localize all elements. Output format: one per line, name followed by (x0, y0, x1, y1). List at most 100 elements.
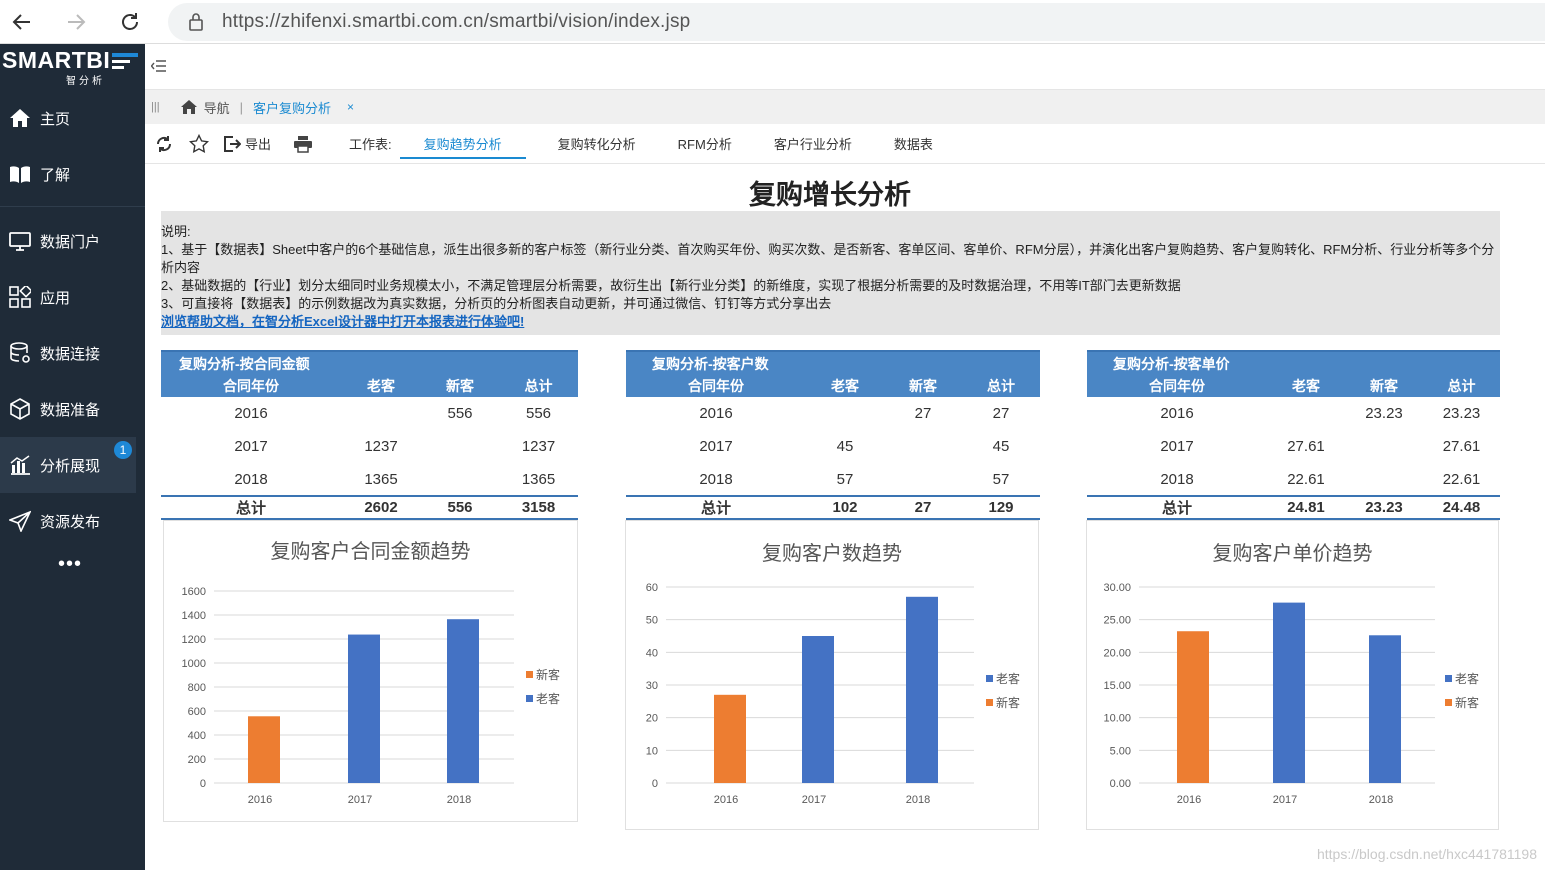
address-bar[interactable]: https://zhifenxi.smartbi.com.cn/smartbi/… (168, 3, 1545, 41)
table-cell: 1237 (364, 438, 398, 455)
table-cell (341, 397, 421, 430)
table-cell: 23.23 (1345, 495, 1423, 520)
y-tick-label: 30.00 (1103, 582, 1131, 594)
legend-label: 老客 (996, 671, 1020, 686)
table-row: 2018 22.61 22.61 (1087, 463, 1500, 496)
table-contract-amount: 复购分析-按合同金额 合同年份 老客 新客 总计 2016 556 556 2017… (161, 350, 578, 520)
desc-line: 2、基础数据的【行业】划分太细同时业务规模太小，不满足管理层分析需要，故衍生出【… (161, 278, 1181, 293)
y-tick-label: 0 (200, 778, 206, 790)
back-button[interactable] (8, 8, 36, 36)
sidebar-item-label: 资源发布 (40, 513, 101, 531)
header-bar (145, 44, 1545, 90)
collapse-menu-icon (150, 60, 166, 72)
table-cell: 45 (992, 438, 1010, 455)
home-nav-icon[interactable] (180, 99, 198, 115)
table-row: 2016 27 27 (626, 397, 1040, 430)
y-tick-label: 10 (646, 745, 658, 757)
col-header: 合同年份 (1149, 378, 1205, 394)
col-header: 老客 (831, 378, 859, 394)
y-tick-label: 15.00 (1103, 680, 1131, 692)
breadcrumb: ||| 导航 | 客户复购分析 × (145, 90, 1545, 124)
export-button[interactable]: 导出 (223, 134, 271, 153)
col-header: 新客 (1370, 378, 1398, 394)
x-tick-label: 2016 (248, 794, 272, 806)
sidebar-item-label: 应用 (40, 289, 71, 307)
refresh-button[interactable] (155, 135, 173, 153)
chart-contract-amount: 复购客户合同金额趋势 0 200 400 600 800 1000 1200 1400 1600… (163, 520, 578, 822)
arrow-left-icon (12, 13, 30, 30)
more-menu-button[interactable]: ••• (0, 549, 145, 589)
y-tick-label: 5.00 (1110, 745, 1131, 757)
logo[interactable]: SMARTBI 智分析 (0, 44, 145, 90)
table-cell (1345, 430, 1423, 463)
print-button[interactable] (293, 135, 313, 153)
chart-title: 复购客户单价趋势 (1212, 543, 1373, 565)
sidebar-item-label: 主页 (40, 110, 71, 128)
table-cell: 27.61 (1287, 438, 1325, 455)
table-total-row: 总计 2602 556 3158 (161, 495, 578, 520)
home-icon (8, 106, 32, 130)
table-cell: 2018 (699, 470, 733, 488)
chart-svg: 0.00 5.00 10.00 15.00 20.00 25.00 30.00 2016 201… (1103, 582, 1479, 806)
table-cell: 57 (836, 470, 854, 488)
sheet-tab-data-table[interactable]: 数据表 (884, 129, 943, 159)
table-cell: 2016 (1160, 405, 1194, 422)
x-tick-label: 2016 (714, 794, 738, 806)
forward-button[interactable] (62, 8, 90, 36)
table-cell: 2602 (341, 495, 421, 520)
sidebar-item-label: 了解 (40, 166, 71, 184)
chart-svg: 0 10 20 30 40 50 60 2016 2017 2018 老客新客 (646, 582, 1020, 806)
y-tick-label: 0 (652, 778, 658, 790)
col-header: 总计 (1447, 378, 1476, 394)
table-customer-count: 复购分析-按客户数 合同年份 老客 新客 总计 2016 27 27 2017 45 4… (626, 350, 1040, 520)
breadcrumb-nav[interactable]: 导航 (204, 98, 230, 117)
table-cell (1267, 397, 1345, 430)
bar-老客 (1369, 635, 1401, 783)
bar-老客 (348, 634, 380, 783)
table-row: 2017 1237 1237 (161, 430, 578, 463)
desc-line: 说明: (161, 224, 191, 239)
close-tab-button[interactable]: × (347, 100, 354, 114)
sidebar-item-home[interactable]: 主页 (0, 90, 145, 146)
reload-button[interactable] (116, 8, 144, 36)
x-tick-label: 2017 (802, 794, 826, 806)
y-tick-label: 50 (646, 615, 658, 627)
table-cell: 1365 (364, 470, 398, 488)
legend-swatch (1445, 675, 1452, 682)
sidebar-item-analysis[interactable]: 分析展现 1 (0, 437, 136, 493)
legend-swatch (526, 671, 533, 678)
sidebar-item-portal[interactable]: 数据门户 (0, 213, 145, 269)
col-header: 老客 (1292, 378, 1320, 394)
table-cell: 23.23 (1365, 405, 1403, 422)
sidebar-item-apps[interactable]: 应用 (0, 269, 145, 325)
x-tick-label: 2018 (906, 794, 930, 806)
sidebar-item-publish[interactable]: 资源发布 (0, 493, 145, 549)
chart-title: 复购客户数趋势 (762, 543, 902, 565)
chart-unit-price: 复购客户单价趋势 0.00 5.00 10.00 15.00 20.00 25.00 30.… (1086, 520, 1499, 830)
sheet-tab-rfm[interactable]: RFM分析 (668, 129, 742, 159)
y-tick-label: 600 (188, 706, 206, 718)
tab-customer-repurchase[interactable]: 客户复购分析 (253, 98, 331, 117)
sidebar-item-data-prep[interactable]: 数据准备 (0, 381, 145, 437)
grip-icon[interactable]: ||| (151, 101, 160, 113)
sheet-tab-industry[interactable]: 客户行业分析 (764, 129, 862, 159)
book-icon (8, 162, 32, 186)
sidebar-item-data-connect[interactable]: 数据连接 (0, 325, 145, 381)
cube-icon (8, 397, 32, 421)
notification-badge: 1 (114, 441, 132, 459)
table-cell: 22.61 (1442, 470, 1481, 488)
table-row: 2017 27.61 27.61 (1087, 430, 1500, 463)
legend-label: 老客 (1455, 671, 1479, 686)
breadcrumb-separator: | (239, 99, 243, 115)
menu-toggle-button[interactable] (150, 58, 167, 79)
bar-新客 (248, 716, 280, 783)
sheet-tab-repurchase-conversion[interactable]: 复购转化分析 (548, 129, 646, 159)
help-doc-link[interactable]: 浏览帮助文档，在智分析Excel设计器中打开本报表进行体验吧! (161, 314, 524, 329)
sheet-tab-repurchase-trend[interactable]: 复购趋势分析 (399, 129, 526, 159)
favorite-button[interactable] (189, 133, 209, 154)
sidebar-item-learn[interactable]: 了解 (0, 146, 145, 202)
lock-icon (189, 13, 203, 31)
y-tick-label: 1000 (182, 658, 206, 670)
legend-label: 新客 (996, 695, 1020, 710)
table-caption: 复购分析-按客单价 (1087, 350, 1500, 375)
